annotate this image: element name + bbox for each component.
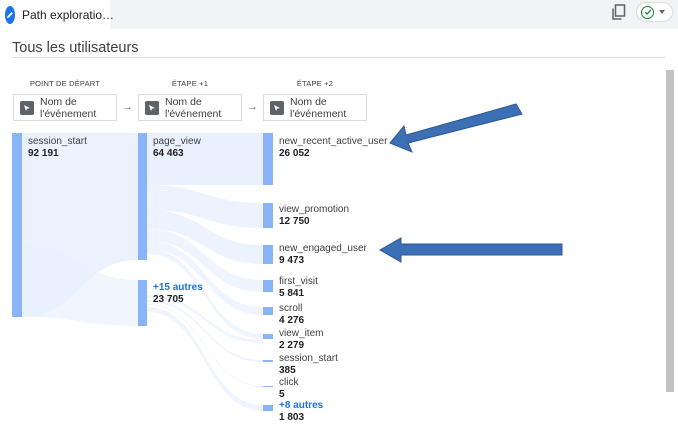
flow-others-to-click bbox=[147, 304, 263, 387]
node-bar-click bbox=[263, 386, 273, 387]
node-label-session-start-step2[interactable]: session_start bbox=[279, 353, 338, 364]
node-value-new-engaged-user: 9 473 bbox=[279, 255, 305, 266]
node-bar-session-start-step2 bbox=[263, 360, 273, 362]
node-value-others-step1: 23 705 bbox=[153, 294, 184, 305]
node-value-new-recent-active-user: 26 052 bbox=[279, 148, 310, 159]
node-label-page-view[interactable]: page_view bbox=[153, 136, 201, 147]
node-label-click[interactable]: click bbox=[279, 377, 298, 388]
node-label-first-visit[interactable]: first_visit bbox=[279, 276, 318, 287]
node-value-view-item: 2 279 bbox=[279, 340, 305, 351]
node-value-others-step2: 1 803 bbox=[279, 412, 305, 423]
node-bar-page-view bbox=[138, 133, 147, 260]
node-bar-session-start bbox=[12, 133, 22, 317]
node-bar-view-promotion bbox=[263, 203, 273, 228]
node-value-scroll: 4 276 bbox=[279, 315, 305, 326]
node-label-view-item[interactable]: view_item bbox=[279, 328, 323, 339]
node-value-page-view: 64 463 bbox=[153, 148, 184, 159]
node-value-first-visit: 5 841 bbox=[279, 288, 305, 299]
node-bar-others-step1 bbox=[138, 280, 147, 326]
node-label-scroll[interactable]: scroll bbox=[279, 303, 302, 314]
node-bar-others-step2 bbox=[263, 405, 273, 411]
node-value-view-promotion: 12 750 bbox=[279, 216, 310, 227]
node-bar-new-engaged-user bbox=[263, 245, 273, 264]
annotation-arrow-new-engaged-user bbox=[378, 237, 563, 263]
node-value-session-start-step2: 385 bbox=[279, 365, 296, 376]
node-label-session-start[interactable]: session_start bbox=[28, 136, 87, 147]
node-label-others-step2[interactable]: +8 autres bbox=[279, 400, 323, 411]
node-label-new-recent-active-user[interactable]: new_recent_active_user bbox=[279, 136, 387, 147]
node-bar-new-recent-active-user bbox=[263, 133, 273, 185]
node-label-new-engaged-user[interactable]: new_engaged_user bbox=[279, 243, 367, 254]
node-bar-view-item bbox=[263, 334, 273, 339]
node-value-click: 5 bbox=[279, 389, 285, 400]
node-value-session-start: 92 191 bbox=[28, 148, 59, 159]
node-bar-scroll bbox=[263, 307, 273, 315]
scrollbar-thumb[interactable] bbox=[666, 70, 674, 392]
node-bar-first-visit bbox=[263, 280, 273, 292]
annotation-arrow-new-recent-active-user bbox=[389, 103, 523, 153]
node-label-others-step1[interactable]: +15 autres bbox=[153, 282, 203, 293]
node-label-view-promotion[interactable]: view_promotion bbox=[279, 204, 349, 215]
